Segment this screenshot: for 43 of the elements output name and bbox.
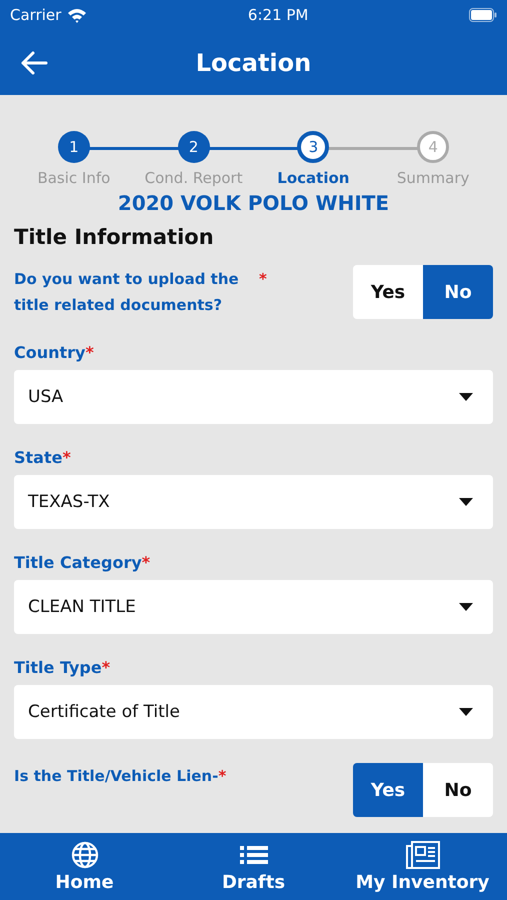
dropdown-field[interactable]: USA xyxy=(14,370,493,424)
tab-bar-item[interactable]: Home xyxy=(0,833,169,900)
field-label: Country xyxy=(14,343,86,362)
required-mark: * xyxy=(259,269,267,290)
step-circle: 1 xyxy=(58,131,90,163)
battery-icon xyxy=(468,8,497,22)
caret-icon xyxy=(459,708,473,716)
caret-icon xyxy=(459,498,473,506)
question-label: Is the Title/Vehicle Lien- xyxy=(14,766,218,787)
field-label: State xyxy=(14,448,62,467)
section-title: Title Information xyxy=(14,225,215,249)
no-option[interactable]: No xyxy=(423,265,493,319)
screen-title: Location xyxy=(196,48,312,76)
field-label: Title Category xyxy=(14,553,142,572)
no-option[interactable]: No xyxy=(423,763,493,817)
back-arrow-icon[interactable] xyxy=(20,48,48,76)
tab-bar-item[interactable]: My Inventory xyxy=(338,833,507,900)
step-label: Basic Info xyxy=(37,169,110,187)
vehicle-name: 2020 VOLK POLO WHITE xyxy=(116,191,390,215)
required-mark: * xyxy=(142,553,150,572)
required-mark: * xyxy=(85,343,94,362)
wifi-icon xyxy=(67,8,88,22)
step-label: Location xyxy=(277,169,350,187)
caret-icon xyxy=(459,393,473,401)
field-label: Title Type xyxy=(14,658,102,677)
step-circle: 4 xyxy=(417,131,450,163)
dropdown-field[interactable]: CLEAN TITLE xyxy=(14,580,493,634)
dropdown-field[interactable]: TEXAS-TX xyxy=(14,475,493,529)
dropdown-field[interactable]: Certificate of Title xyxy=(14,685,493,739)
required-mark: * xyxy=(62,448,71,467)
question-label: Do you want to upload the title related documents? xyxy=(14,269,240,316)
yes-option[interactable]: Yes xyxy=(353,763,423,817)
tab-bar-item[interactable]: Drafts xyxy=(169,833,338,900)
step-label: Cond. Report xyxy=(144,169,243,187)
clock-time: 6:21 PM xyxy=(248,6,308,24)
carrier-label: Carrier xyxy=(10,6,62,24)
yes-option[interactable]: Yes xyxy=(353,265,423,319)
step-label: Summary xyxy=(396,169,470,187)
required-mark: * xyxy=(102,658,110,677)
required-mark: * xyxy=(218,766,226,787)
caret-icon xyxy=(459,603,473,611)
step-circle: 2 xyxy=(178,131,210,163)
step-circle: 3 xyxy=(297,131,330,163)
